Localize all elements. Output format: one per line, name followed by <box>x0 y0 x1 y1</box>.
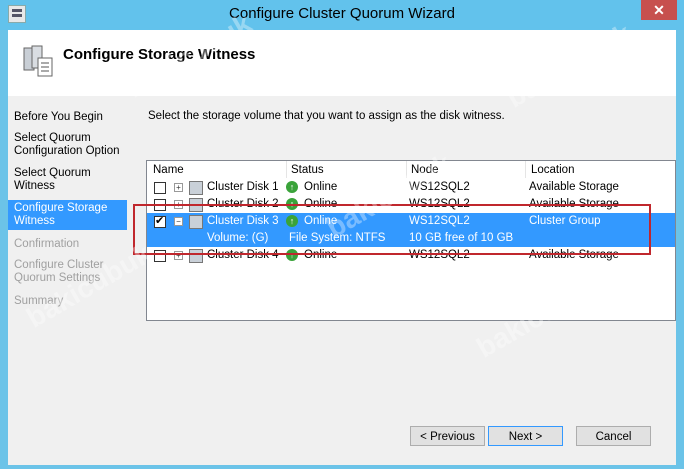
previous-button[interactable]: < Previous <box>410 426 485 446</box>
wizard-header: Configure Storage Witness <box>8 30 676 97</box>
cancel-button[interactable]: Cancel <box>576 426 651 446</box>
table-row[interactable]: + Cluster Disk 1 ↑ Online WS12SQL2 Avail… <box>147 179 675 196</box>
expand-icon[interactable]: + <box>174 183 183 192</box>
disk-location: Available Storage <box>529 181 619 193</box>
row-checkbox[interactable] <box>154 250 166 262</box>
storage-volume-list[interactable]: Name Status Node Location + Cluster Disk… <box>146 160 676 321</box>
disk-location: Cluster Group <box>529 215 601 227</box>
disk-icon <box>189 215 203 229</box>
column-divider[interactable] <box>525 161 526 178</box>
disk-location: Available Storage <box>529 249 619 261</box>
disk-location: Available Storage <box>529 198 619 210</box>
volume-detail-row[interactable]: Volume: (G) File System: NTFS 10 GB free… <box>147 230 675 247</box>
wizard-content: Select the storage volume that you want … <box>127 96 676 465</box>
column-divider[interactable] <box>286 161 287 178</box>
online-status-icon: ↑ <box>286 249 298 261</box>
disk-status: Online <box>304 215 338 227</box>
nav-label: Before You Begin <box>14 111 103 123</box>
title-bar: Configure Cluster Quorum Wizard ✕ <box>0 0 684 30</box>
column-header-node[interactable]: Node <box>411 164 439 176</box>
nav-configure-cluster-quorum: Configure Cluster Quorum Settings <box>14 259 103 285</box>
nav-label: Select Quorum <box>14 167 91 179</box>
nav-configure-storage-witness[interactable]: Configure Storage Witness <box>8 200 127 230</box>
disk-node: WS12SQL2 <box>409 198 470 210</box>
nav-label: Configure Cluster <box>14 259 104 271</box>
table-row[interactable]: + Cluster Disk 2 ↑ Online WS12SQL2 Avail… <box>147 196 675 213</box>
disk-status: Online <box>304 249 338 261</box>
close-button[interactable]: ✕ <box>641 0 677 20</box>
column-header-status[interactable]: Status <box>291 164 324 176</box>
online-status-icon: ↑ <box>286 181 298 193</box>
wizard-steps-sidebar: Before You Begin Select Quorum Configura… <box>8 96 127 465</box>
row-checkbox[interactable] <box>154 199 166 211</box>
collapse-icon[interactable]: − <box>174 217 183 226</box>
nav-label: Confirmation <box>14 238 80 250</box>
nav-label: Quorum Settings <box>14 272 101 284</box>
nav-label: Configuration Option <box>14 145 120 157</box>
nav-label: Witness <box>14 180 55 192</box>
table-row[interactable]: + Cluster Disk 4 ↑ Online WS12SQL2 Avail… <box>147 247 675 264</box>
disk-node: WS12SQL2 <box>409 249 470 261</box>
disk-status: Online <box>304 181 338 193</box>
nav-label: Summary <box>14 295 64 307</box>
next-button[interactable]: Next > <box>488 426 563 446</box>
nav-select-quorum-witness[interactable]: Select Quorum Witness <box>14 167 91 193</box>
expand-icon[interactable]: + <box>174 200 183 209</box>
disk-icon <box>189 181 203 195</box>
row-checkbox[interactable] <box>154 182 166 194</box>
disk-name: Cluster Disk 3 <box>207 215 279 227</box>
disk-name: Cluster Disk 4 <box>207 249 279 261</box>
row-checkbox-checked[interactable] <box>154 214 166 228</box>
nav-summary: Summary <box>14 295 63 308</box>
instruction-text: Select the storage volume that you want … <box>148 110 505 122</box>
disk-icon <box>189 198 203 212</box>
cluster-storage-icon <box>23 45 53 77</box>
disk-node: WS12SQL2 <box>409 181 470 193</box>
column-divider[interactable] <box>406 161 407 178</box>
nav-label: Select Quorum <box>14 132 91 144</box>
disk-name: Cluster Disk 1 <box>207 181 279 193</box>
disk-status: Online <box>304 198 338 210</box>
table-row-selected[interactable]: − Cluster Disk 3 ↑ Online WS12SQL2 Clust… <box>147 213 675 230</box>
disk-node: WS12SQL2 <box>409 215 470 227</box>
column-header-location[interactable]: Location <box>531 164 574 176</box>
online-status-icon: ↑ <box>286 198 298 210</box>
online-status-icon: ↑ <box>286 215 298 227</box>
nav-before-you-begin[interactable]: Before You Begin <box>14 111 103 124</box>
nav-label: Witness <box>14 215 55 227</box>
nav-select-quorum-config[interactable]: Select Quorum Configuration Option <box>14 132 119 158</box>
disk-icon <box>189 249 203 263</box>
column-header-name[interactable]: Name <box>153 164 184 176</box>
expand-icon[interactable]: + <box>174 251 183 260</box>
free-space-label: 10 GB free of 10 GB <box>409 232 514 244</box>
filesystem-label: File System: NTFS <box>289 232 386 244</box>
volume-label: Volume: (G) <box>207 232 269 244</box>
nav-label: Configure Storage <box>14 202 108 214</box>
nav-confirmation: Confirmation <box>14 238 79 251</box>
disk-name: Cluster Disk 2 <box>207 198 279 210</box>
window-title: Configure Cluster Quorum Wizard <box>229 5 455 22</box>
page-title: Configure Storage Witness <box>63 46 256 63</box>
